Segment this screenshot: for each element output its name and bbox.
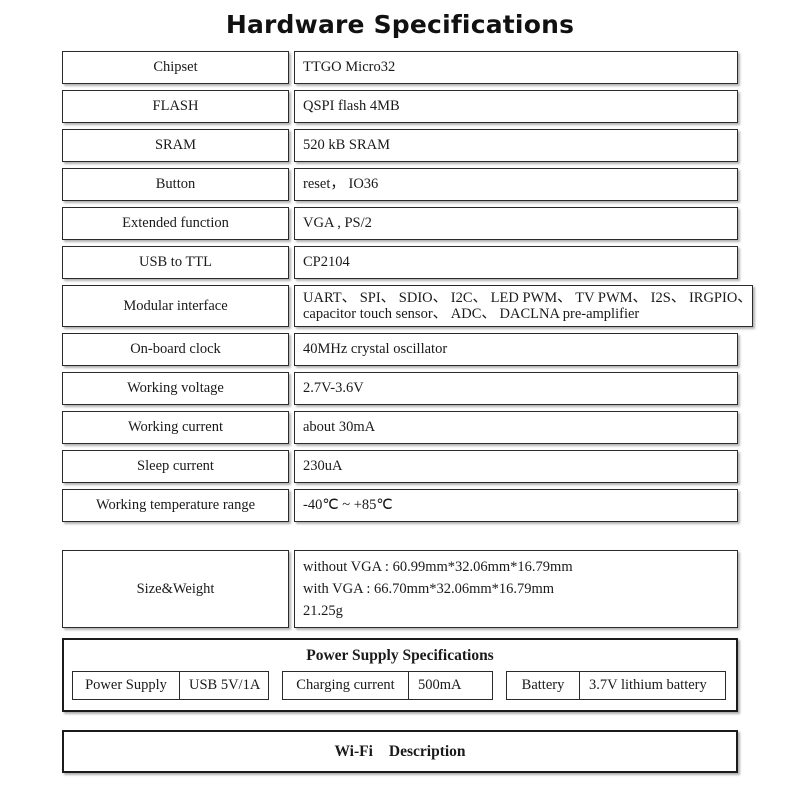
spec-label: Modular interface xyxy=(62,285,289,327)
power-supply-value: 3.7V lithium battery xyxy=(579,672,725,699)
wifi-description-label: Description xyxy=(388,743,466,760)
table-row: Button reset， IO36 xyxy=(62,168,738,201)
spec-label: USB to TTL xyxy=(62,246,289,279)
power-supply-key: Battery xyxy=(521,677,565,693)
power-supply-group: Charging current 500mA xyxy=(282,671,493,700)
power-supply-key: Power Supply xyxy=(85,677,167,693)
table-row: FLASH QSPI flash 4MB xyxy=(62,90,738,123)
spec-value: 40MHz crystal oscillator xyxy=(294,333,738,366)
spec-value: VGA , PS/2 xyxy=(294,207,738,240)
spec-value: CP2104 xyxy=(294,246,738,279)
spec-value: without VGA : 60.99mm*32.06mm*16.79mm wi… xyxy=(294,550,738,628)
table-row: On-board clock 40MHz crystal oscillator xyxy=(62,333,738,366)
spec-label: Size&Weight xyxy=(62,550,289,628)
spec-value: QSPI flash 4MB xyxy=(294,90,738,123)
spec-value: reset， IO36 xyxy=(294,168,738,201)
spec-value: 520 kB SRAM xyxy=(294,129,738,162)
table-row: Working voltage 2.7V-3.6V xyxy=(62,372,738,405)
spec-label: Extended function xyxy=(62,207,289,240)
spec-label: Working current xyxy=(62,411,289,444)
spec-value: 2.7V-3.6V xyxy=(294,372,738,405)
wifi-section: Wi-Fi Description xyxy=(62,730,738,773)
spec-label: Working voltage xyxy=(62,372,289,405)
spec-label: Sleep current xyxy=(62,450,289,483)
spec-label: Chipset xyxy=(62,51,289,84)
spec-value-line: capacitor touch sensor、 ADC、 DACLNA pre-… xyxy=(303,306,640,322)
document-page: Hardware Specifications Chipset TTGO Mic… xyxy=(0,0,800,800)
power-supply-section: Power Supply Specifications Power Supply… xyxy=(62,638,738,712)
spec-label: SRAM xyxy=(62,129,289,162)
table-row: Sleep current 230uA xyxy=(62,450,738,483)
table-row-size-weight: Size&Weight without VGA : 60.99mm*32.06m… xyxy=(62,550,738,628)
hardware-specifications-table: Chipset TTGO Micro32 FLASH QSPI flash 4M… xyxy=(62,51,753,628)
spec-label: FLASH xyxy=(62,90,289,123)
power-supply-value: USB 5V/1A xyxy=(179,672,268,699)
power-supply-value: 500mA xyxy=(408,672,492,699)
spec-value: 230uA xyxy=(294,450,738,483)
spec-value: TTGO Micro32 xyxy=(294,51,738,84)
spec-value: UART、 SPI、 SDIO、 I2C、 LED PWM、 TV PWM、 I… xyxy=(294,285,753,327)
page-title: Hardware Specifications xyxy=(225,10,575,39)
table-row: Working temperature range -40℃ ~ +85℃ xyxy=(62,489,738,522)
table-row: Working current about 30mA xyxy=(62,411,738,444)
spec-label: Button xyxy=(62,168,289,201)
wifi-header: Wi-Fi Description xyxy=(68,742,732,761)
power-supply-title: Power Supply Specifications xyxy=(306,647,494,664)
spec-value: about 30mA xyxy=(294,411,738,444)
spec-label: On-board clock xyxy=(62,333,289,366)
table-row: SRAM 520 kB SRAM xyxy=(62,129,738,162)
power-supply-group: Power Supply USB 5V/1A xyxy=(72,671,269,700)
spec-value-line: without VGA : 60.99mm*32.06mm*16.79mm xyxy=(303,559,573,575)
spec-label: Working temperature range xyxy=(62,489,289,522)
table-row: Chipset TTGO Micro32 xyxy=(62,51,738,84)
spec-value-line: UART、 SPI、 SDIO、 I2C、 LED PWM、 TV PWM、 I… xyxy=(303,290,752,306)
spec-value-line: 21.25g xyxy=(303,603,343,619)
table-row: Extended function VGA , PS/2 xyxy=(62,207,738,240)
power-supply-row: Power Supply USB 5V/1A Charging current … xyxy=(72,671,728,700)
spec-value-line: with VGA : 66.70mm*32.06mm*16.79mm xyxy=(303,581,555,597)
power-supply-group: Battery 3.7V lithium battery xyxy=(506,671,726,700)
table-row: USB to TTL CP2104 xyxy=(62,246,738,279)
wifi-label: Wi-Fi xyxy=(334,743,373,760)
table-row: Modular interface UART、 SPI、 SDIO、 I2C、 … xyxy=(62,285,753,327)
spec-value: -40℃ ~ +85℃ xyxy=(294,489,738,522)
power-supply-key: Charging current xyxy=(296,677,395,693)
